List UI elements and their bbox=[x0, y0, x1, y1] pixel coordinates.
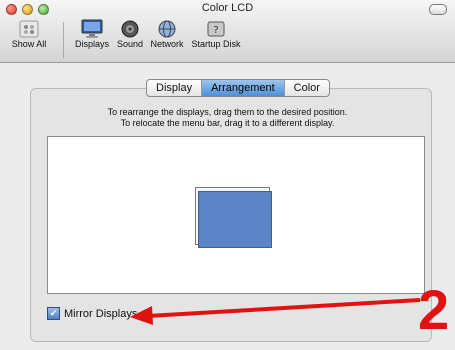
grid-icon bbox=[17, 19, 41, 39]
toolbar-separator bbox=[63, 22, 64, 58]
toolbar-label: Show All bbox=[11, 39, 47, 49]
title-bar: Color LCD Show All Displays Sound Networ… bbox=[0, 0, 455, 63]
toolbar-label: Sound bbox=[116, 39, 144, 49]
display-thumbnail[interactable] bbox=[198, 191, 272, 248]
toolbar-label: Startup Disk bbox=[191, 39, 241, 49]
system-preferences-window: Color LCD Show All Displays Sound Networ… bbox=[0, 0, 455, 350]
toolbar-toggle-button[interactable] bbox=[429, 4, 447, 15]
toolbar-label: Displays bbox=[74, 39, 109, 49]
globe-icon bbox=[155, 19, 179, 39]
toolbar-displays[interactable]: Displays bbox=[72, 19, 112, 49]
toolbar-label: Network bbox=[150, 39, 184, 49]
toolbar-network[interactable]: Network bbox=[147, 19, 187, 49]
mirror-displays-option[interactable]: ✔ Mirror Displays bbox=[47, 307, 137, 320]
tab-display[interactable]: Display bbox=[147, 80, 203, 96]
speaker-icon bbox=[118, 19, 142, 39]
window-title: Color LCD bbox=[201, 2, 254, 14]
instructions-text: To rearrange the displays, drag them to … bbox=[0, 107, 455, 129]
instructions-line-2: To relocate the menu bar, drag it to a d… bbox=[120, 118, 335, 128]
mirror-displays-label: Mirror Displays bbox=[64, 307, 138, 320]
mirror-displays-checkbox[interactable]: ✔ bbox=[47, 307, 60, 320]
toolbar-sound[interactable]: Sound bbox=[115, 19, 145, 49]
disk-icon: ? bbox=[204, 19, 228, 39]
tab-color[interactable]: Color bbox=[285, 80, 329, 96]
toolbar-show-all[interactable]: Show All bbox=[4, 19, 54, 49]
tab-arrangement[interactable]: Arrangement bbox=[202, 80, 285, 96]
display-icon bbox=[80, 19, 104, 39]
instructions-line-1: To rearrange the displays, drag them to … bbox=[107, 107, 348, 117]
toolbar: Show All Displays Sound Network ? Startu… bbox=[0, 18, 455, 62]
svg-text:?: ? bbox=[213, 25, 218, 36]
annotation-step-number: 2 bbox=[418, 278, 450, 341]
toolbar-startup-disk[interactable]: ? Startup Disk bbox=[191, 19, 241, 49]
tab-bar: Display Arrangement Color bbox=[146, 79, 330, 97]
